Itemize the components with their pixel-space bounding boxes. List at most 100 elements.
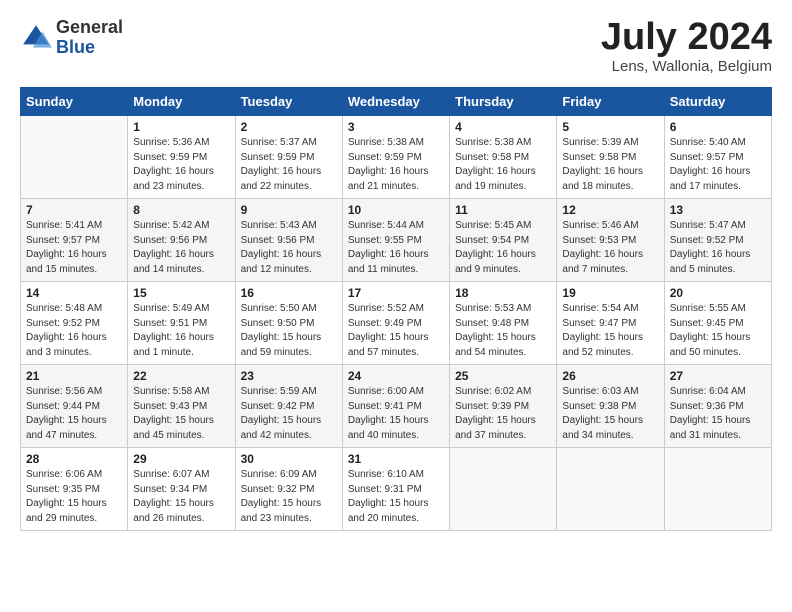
day-info: Sunrise: 5:59 AM Sunset: 9:42 PM Dayligh… xyxy=(241,385,337,443)
day-info: Sunrise: 6:09 AM Sunset: 9:32 PM Dayligh… xyxy=(241,468,337,526)
day-number: 5 xyxy=(562,120,658,134)
day-info: Sunrise: 5:50 AM Sunset: 9:50 PM Dayligh… xyxy=(241,302,337,360)
day-number: 11 xyxy=(455,203,551,217)
day-cell: 31 Sunrise: 6:10 AM Sunset: 9:31 PM Dayli… xyxy=(342,448,449,531)
day-cell: 10 Sunrise: 5:44 AM Sunset: 9:55 PM Dayli… xyxy=(342,199,449,282)
day-info: Sunrise: 5:55 AM Sunset: 9:45 PM Dayligh… xyxy=(670,302,766,360)
day-info: Sunrise: 5:48 AM Sunset: 9:52 PM Dayligh… xyxy=(26,302,122,360)
day-number: 20 xyxy=(670,286,766,300)
day-cell: 12Sunrise: 5:46 AM Sunset: 9:53 PM Dayli… xyxy=(557,199,664,282)
logo: General Blue xyxy=(20,18,123,58)
day-cell: 23 Sunrise: 5:59 AM Sunset: 9:42 PM Dayli… xyxy=(235,365,342,448)
day-number: 29 xyxy=(133,452,229,466)
day-cell: 29 Sunrise: 6:07 AM Sunset: 9:34 PM Dayli… xyxy=(128,448,235,531)
day-info: Sunrise: 5:42 AM Sunset: 9:56 PM Dayligh… xyxy=(133,219,229,277)
col-header-monday: Monday xyxy=(128,88,235,116)
day-info: Sunrise: 5:44 AM Sunset: 9:55 PM Dayligh… xyxy=(348,219,444,277)
week-row-2: 7Sunrise: 5:41 AM Sunset: 9:57 PM Daylig… xyxy=(21,199,772,282)
day-cell: 4 Sunrise: 5:38 AM Sunset: 9:58 PM Daylig… xyxy=(450,116,557,199)
day-number: 18 xyxy=(455,286,551,300)
day-info: Sunrise: 5:45 AM Sunset: 9:54 PM Dayligh… xyxy=(455,219,551,277)
day-info: Sunrise: 5:54 AM Sunset: 9:47 PM Dayligh… xyxy=(562,302,658,360)
day-cell: 18 Sunrise: 5:53 AM Sunset: 9:48 PM Dayli… xyxy=(450,282,557,365)
logo-text: General Blue xyxy=(56,18,123,58)
day-cell: 5 Sunrise: 5:39 AM Sunset: 9:58 PM Daylig… xyxy=(557,116,664,199)
logo-icon xyxy=(20,22,52,54)
day-info: Sunrise: 6:10 AM Sunset: 9:31 PM Dayligh… xyxy=(348,468,444,526)
page-container: General Blue July 2024 Lens, Wallonia, B… xyxy=(0,0,792,541)
header-row: SundayMondayTuesdayWednesdayThursdayFrid… xyxy=(21,88,772,116)
day-cell: 1Sunrise: 5:36 AM Sunset: 9:59 PM Daylig… xyxy=(128,116,235,199)
day-cell: 30 Sunrise: 6:09 AM Sunset: 9:32 PM Dayli… xyxy=(235,448,342,531)
day-number: 26 xyxy=(562,369,658,383)
day-number: 12 xyxy=(562,203,658,217)
page-header: General Blue July 2024 Lens, Wallonia, B… xyxy=(20,18,772,75)
day-number: 22 xyxy=(133,369,229,383)
day-number: 17 xyxy=(348,286,444,300)
day-cell: 13Sunrise: 5:47 AM Sunset: 9:52 PM Dayli… xyxy=(664,199,771,282)
day-number: 3 xyxy=(348,120,444,134)
day-info: Sunrise: 5:38 AM Sunset: 9:58 PM Dayligh… xyxy=(455,136,551,194)
day-info: Sunrise: 5:39 AM Sunset: 9:58 PM Dayligh… xyxy=(562,136,658,194)
day-info: Sunrise: 5:53 AM Sunset: 9:48 PM Dayligh… xyxy=(455,302,551,360)
day-cell: 17 Sunrise: 5:52 AM Sunset: 9:49 PM Dayli… xyxy=(342,282,449,365)
day-number: 8 xyxy=(133,203,229,217)
calendar-table: SundayMondayTuesdayWednesdayThursdayFrid… xyxy=(20,87,772,531)
day-info: Sunrise: 5:38 AM Sunset: 9:59 PM Dayligh… xyxy=(348,136,444,194)
location: Lens, Wallonia, Belgium xyxy=(601,58,772,75)
day-number: 14 xyxy=(26,286,122,300)
day-info: Sunrise: 5:43 AM Sunset: 9:56 PM Dayligh… xyxy=(241,219,337,277)
day-info: Sunrise: 5:37 AM Sunset: 9:59 PM Dayligh… xyxy=(241,136,337,194)
day-info: Sunrise: 5:49 AM Sunset: 9:51 PM Dayligh… xyxy=(133,302,229,360)
day-cell: 25 Sunrise: 6:02 AM Sunset: 9:39 PM Dayli… xyxy=(450,365,557,448)
day-cell xyxy=(450,448,557,531)
day-number: 25 xyxy=(455,369,551,383)
day-cell: 19Sunrise: 5:54 AM Sunset: 9:47 PM Dayli… xyxy=(557,282,664,365)
day-cell: 21Sunrise: 5:56 AM Sunset: 9:44 PM Dayli… xyxy=(21,365,128,448)
day-number: 2 xyxy=(241,120,337,134)
day-number: 10 xyxy=(348,203,444,217)
day-cell: 11 Sunrise: 5:45 AM Sunset: 9:54 PM Dayli… xyxy=(450,199,557,282)
day-number: 21 xyxy=(26,369,122,383)
day-info: Sunrise: 5:58 AM Sunset: 9:43 PM Dayligh… xyxy=(133,385,229,443)
day-number: 31 xyxy=(348,452,444,466)
day-number: 30 xyxy=(241,452,337,466)
day-cell: 22 Sunrise: 5:58 AM Sunset: 9:43 PM Dayli… xyxy=(128,365,235,448)
day-info: Sunrise: 6:00 AM Sunset: 9:41 PM Dayligh… xyxy=(348,385,444,443)
month-title: July 2024 xyxy=(601,18,772,56)
day-info: Sunrise: 6:03 AM Sunset: 9:38 PM Dayligh… xyxy=(562,385,658,443)
day-info: Sunrise: 6:06 AM Sunset: 9:35 PM Dayligh… xyxy=(26,468,122,526)
day-number: 9 xyxy=(241,203,337,217)
day-info: Sunrise: 5:41 AM Sunset: 9:57 PM Dayligh… xyxy=(26,219,122,277)
day-info: Sunrise: 5:52 AM Sunset: 9:49 PM Dayligh… xyxy=(348,302,444,360)
logo-general: General xyxy=(56,18,123,38)
day-cell: 28 Sunrise: 6:06 AM Sunset: 9:35 PM Dayli… xyxy=(21,448,128,531)
day-info: Sunrise: 6:07 AM Sunset: 9:34 PM Dayligh… xyxy=(133,468,229,526)
day-cell: 7Sunrise: 5:41 AM Sunset: 9:57 PM Daylig… xyxy=(21,199,128,282)
day-cell xyxy=(664,448,771,531)
day-cell: 26 Sunrise: 6:03 AM Sunset: 9:38 PM Dayli… xyxy=(557,365,664,448)
col-header-thursday: Thursday xyxy=(450,88,557,116)
day-info: Sunrise: 5:47 AM Sunset: 9:52 PM Dayligh… xyxy=(670,219,766,277)
col-header-sunday: Sunday xyxy=(21,88,128,116)
col-header-tuesday: Tuesday xyxy=(235,88,342,116)
day-cell: 15 Sunrise: 5:49 AM Sunset: 9:51 PM Dayli… xyxy=(128,282,235,365)
day-number: 4 xyxy=(455,120,551,134)
col-header-friday: Friday xyxy=(557,88,664,116)
day-number: 15 xyxy=(133,286,229,300)
day-number: 16 xyxy=(241,286,337,300)
day-number: 28 xyxy=(26,452,122,466)
week-row-3: 14 Sunrise: 5:48 AM Sunset: 9:52 PM Dayli… xyxy=(21,282,772,365)
week-row-4: 21Sunrise: 5:56 AM Sunset: 9:44 PM Dayli… xyxy=(21,365,772,448)
day-info: Sunrise: 5:40 AM Sunset: 9:57 PM Dayligh… xyxy=(670,136,766,194)
week-row-5: 28 Sunrise: 6:06 AM Sunset: 9:35 PM Dayli… xyxy=(21,448,772,531)
day-number: 23 xyxy=(241,369,337,383)
day-info: Sunrise: 6:02 AM Sunset: 9:39 PM Dayligh… xyxy=(455,385,551,443)
logo-blue: Blue xyxy=(56,38,123,58)
day-cell: 20 Sunrise: 5:55 AM Sunset: 9:45 PM Dayli… xyxy=(664,282,771,365)
title-block: July 2024 Lens, Wallonia, Belgium xyxy=(601,18,772,75)
day-cell: 24Sunrise: 6:00 AM Sunset: 9:41 PM Dayli… xyxy=(342,365,449,448)
day-cell: 16 Sunrise: 5:50 AM Sunset: 9:50 PM Dayli… xyxy=(235,282,342,365)
day-cell xyxy=(557,448,664,531)
day-cell: 8 Sunrise: 5:42 AM Sunset: 9:56 PM Daylig… xyxy=(128,199,235,282)
